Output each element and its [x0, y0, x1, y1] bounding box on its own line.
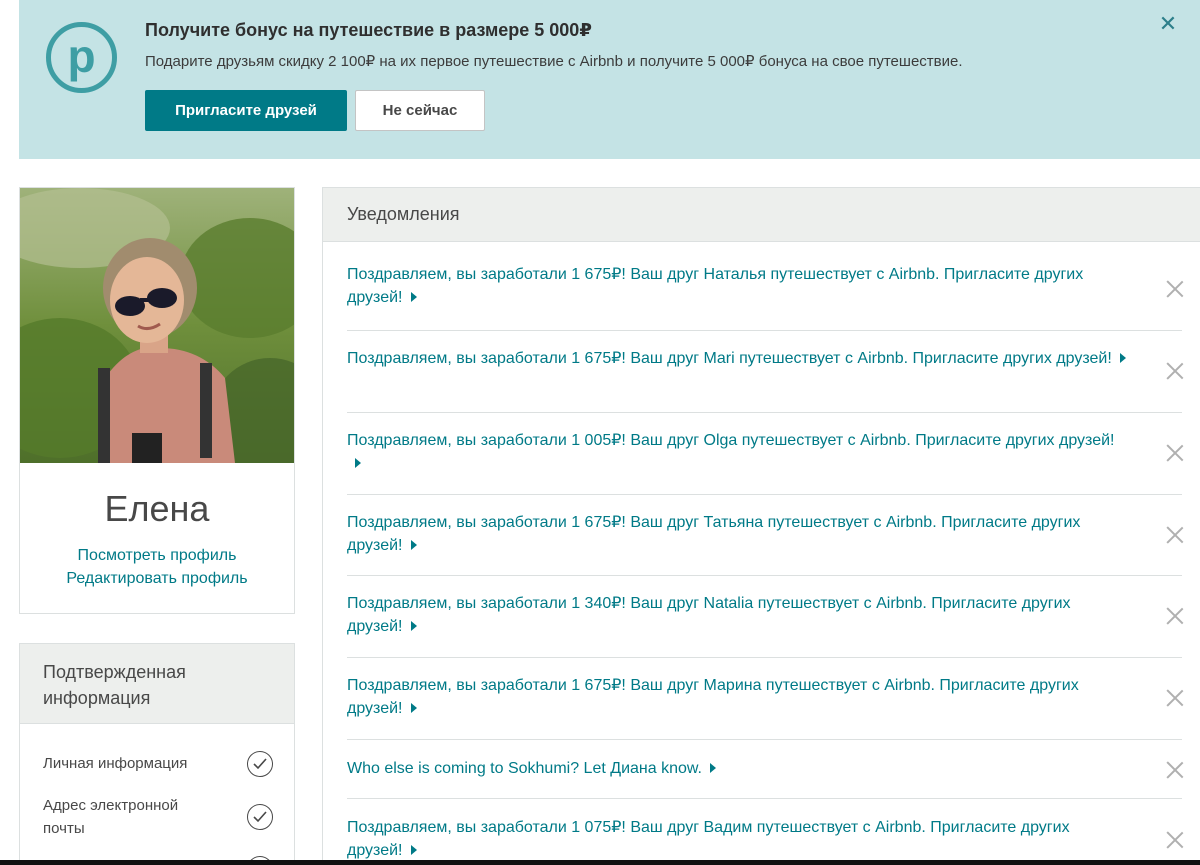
notification-link[interactable]: Поздравляем, вы заработали 1 675₽! Ваш д…: [347, 263, 1127, 309]
banner-text: Подарите друзьям скидку 2 100₽ на их пер…: [145, 53, 963, 70]
notifications-panel: Уведомления Поздравляем, вы заработали 1…: [322, 187, 1200, 865]
close-icon[interactable]: [1166, 362, 1184, 380]
referral-banner: p Получите бонус на путешествие в размер…: [19, 0, 1200, 159]
list-item: Поздравляем, вы заработали 1 675₽! Ваш д…: [347, 658, 1182, 740]
caret-right-icon: [410, 703, 417, 713]
profile-card: Елена Посмотреть профиль Редактировать п…: [19, 187, 295, 614]
verified-info-title: Подтвержденная информация: [20, 644, 294, 724]
caret-right-icon: [410, 621, 417, 631]
not-now-button[interactable]: Не сейчас: [355, 90, 485, 131]
close-icon[interactable]: [1166, 526, 1184, 544]
notification-link[interactable]: Поздравляем, вы заработали 1 005₽! Ваш д…: [347, 429, 1127, 475]
close-icon[interactable]: [1166, 444, 1184, 462]
caret-right-icon: [1119, 353, 1126, 363]
edit-profile-link[interactable]: Редактировать профиль: [20, 570, 294, 588]
caret-right-icon: [410, 540, 417, 550]
verified-item-email: Адрес электронной почты: [43, 797, 179, 837]
list-item: Поздравляем, вы заработали 1 075₽! Ваш д…: [347, 799, 1182, 865]
verified-item-personal-info: Личная информация: [43, 755, 188, 772]
check-circle-icon: [247, 804, 273, 830]
banner-title: Получите бонус на путешествие в размере …: [145, 20, 592, 40]
notifications-title: Уведомления: [323, 188, 1200, 242]
list-item: Поздравляем, вы заработали 1 675₽! Ваш д…: [347, 331, 1182, 413]
close-icon[interactable]: [1166, 831, 1184, 849]
view-profile-link[interactable]: Посмотреть профиль: [20, 547, 294, 565]
close-icon[interactable]: [1166, 761, 1184, 779]
list-item: Поздравляем, вы заработали 1 675₽! Ваш д…: [347, 243, 1182, 331]
window-bottom-edge: [0, 860, 1200, 865]
close-icon[interactable]: [1166, 607, 1184, 625]
notification-link[interactable]: Поздравляем, вы заработали 1 675₽! Ваш д…: [347, 674, 1127, 720]
close-icon[interactable]: [1166, 280, 1184, 298]
notification-link[interactable]: Поздравляем, вы заработали 1 675₽! Ваш д…: [347, 347, 1127, 370]
close-icon[interactable]: [1166, 689, 1184, 707]
list-item: Поздравляем, вы заработали 1 340₽! Ваш д…: [347, 576, 1182, 658]
list-item: Поздравляем, вы заработали 1 005₽! Ваш д…: [347, 413, 1182, 495]
verified-info-card: Подтвержденная информация Личная информа…: [19, 643, 295, 865]
caret-right-icon: [710, 763, 716, 773]
notification-link[interactable]: Поздравляем, вы заработали 1 075₽! Ваш д…: [347, 816, 1127, 862]
p-logo-icon: p: [46, 22, 117, 93]
invite-friends-button[interactable]: Пригласите друзей: [145, 90, 347, 131]
notification-link[interactable]: Who else is coming to Sokhumi? Let Диана…: [347, 757, 1127, 780]
caret-right-icon: [355, 458, 361, 468]
notification-link[interactable]: Поздравляем, вы заработали 1 675₽! Ваш д…: [347, 511, 1127, 557]
close-icon[interactable]: ✕: [1158, 13, 1178, 35]
list-item: Поздравляем, вы заработали 1 675₽! Ваш д…: [347, 495, 1182, 576]
profile-name: Елена: [104, 488, 210, 529]
caret-right-icon: [410, 845, 417, 855]
list-item: Who else is coming to Sokhumi? Let Диана…: [347, 740, 1182, 799]
avatar: [20, 188, 294, 463]
check-circle-icon: [247, 751, 273, 777]
notification-link[interactable]: Поздравляем, вы заработали 1 340₽! Ваш д…: [347, 592, 1127, 638]
caret-right-icon: [410, 292, 417, 302]
